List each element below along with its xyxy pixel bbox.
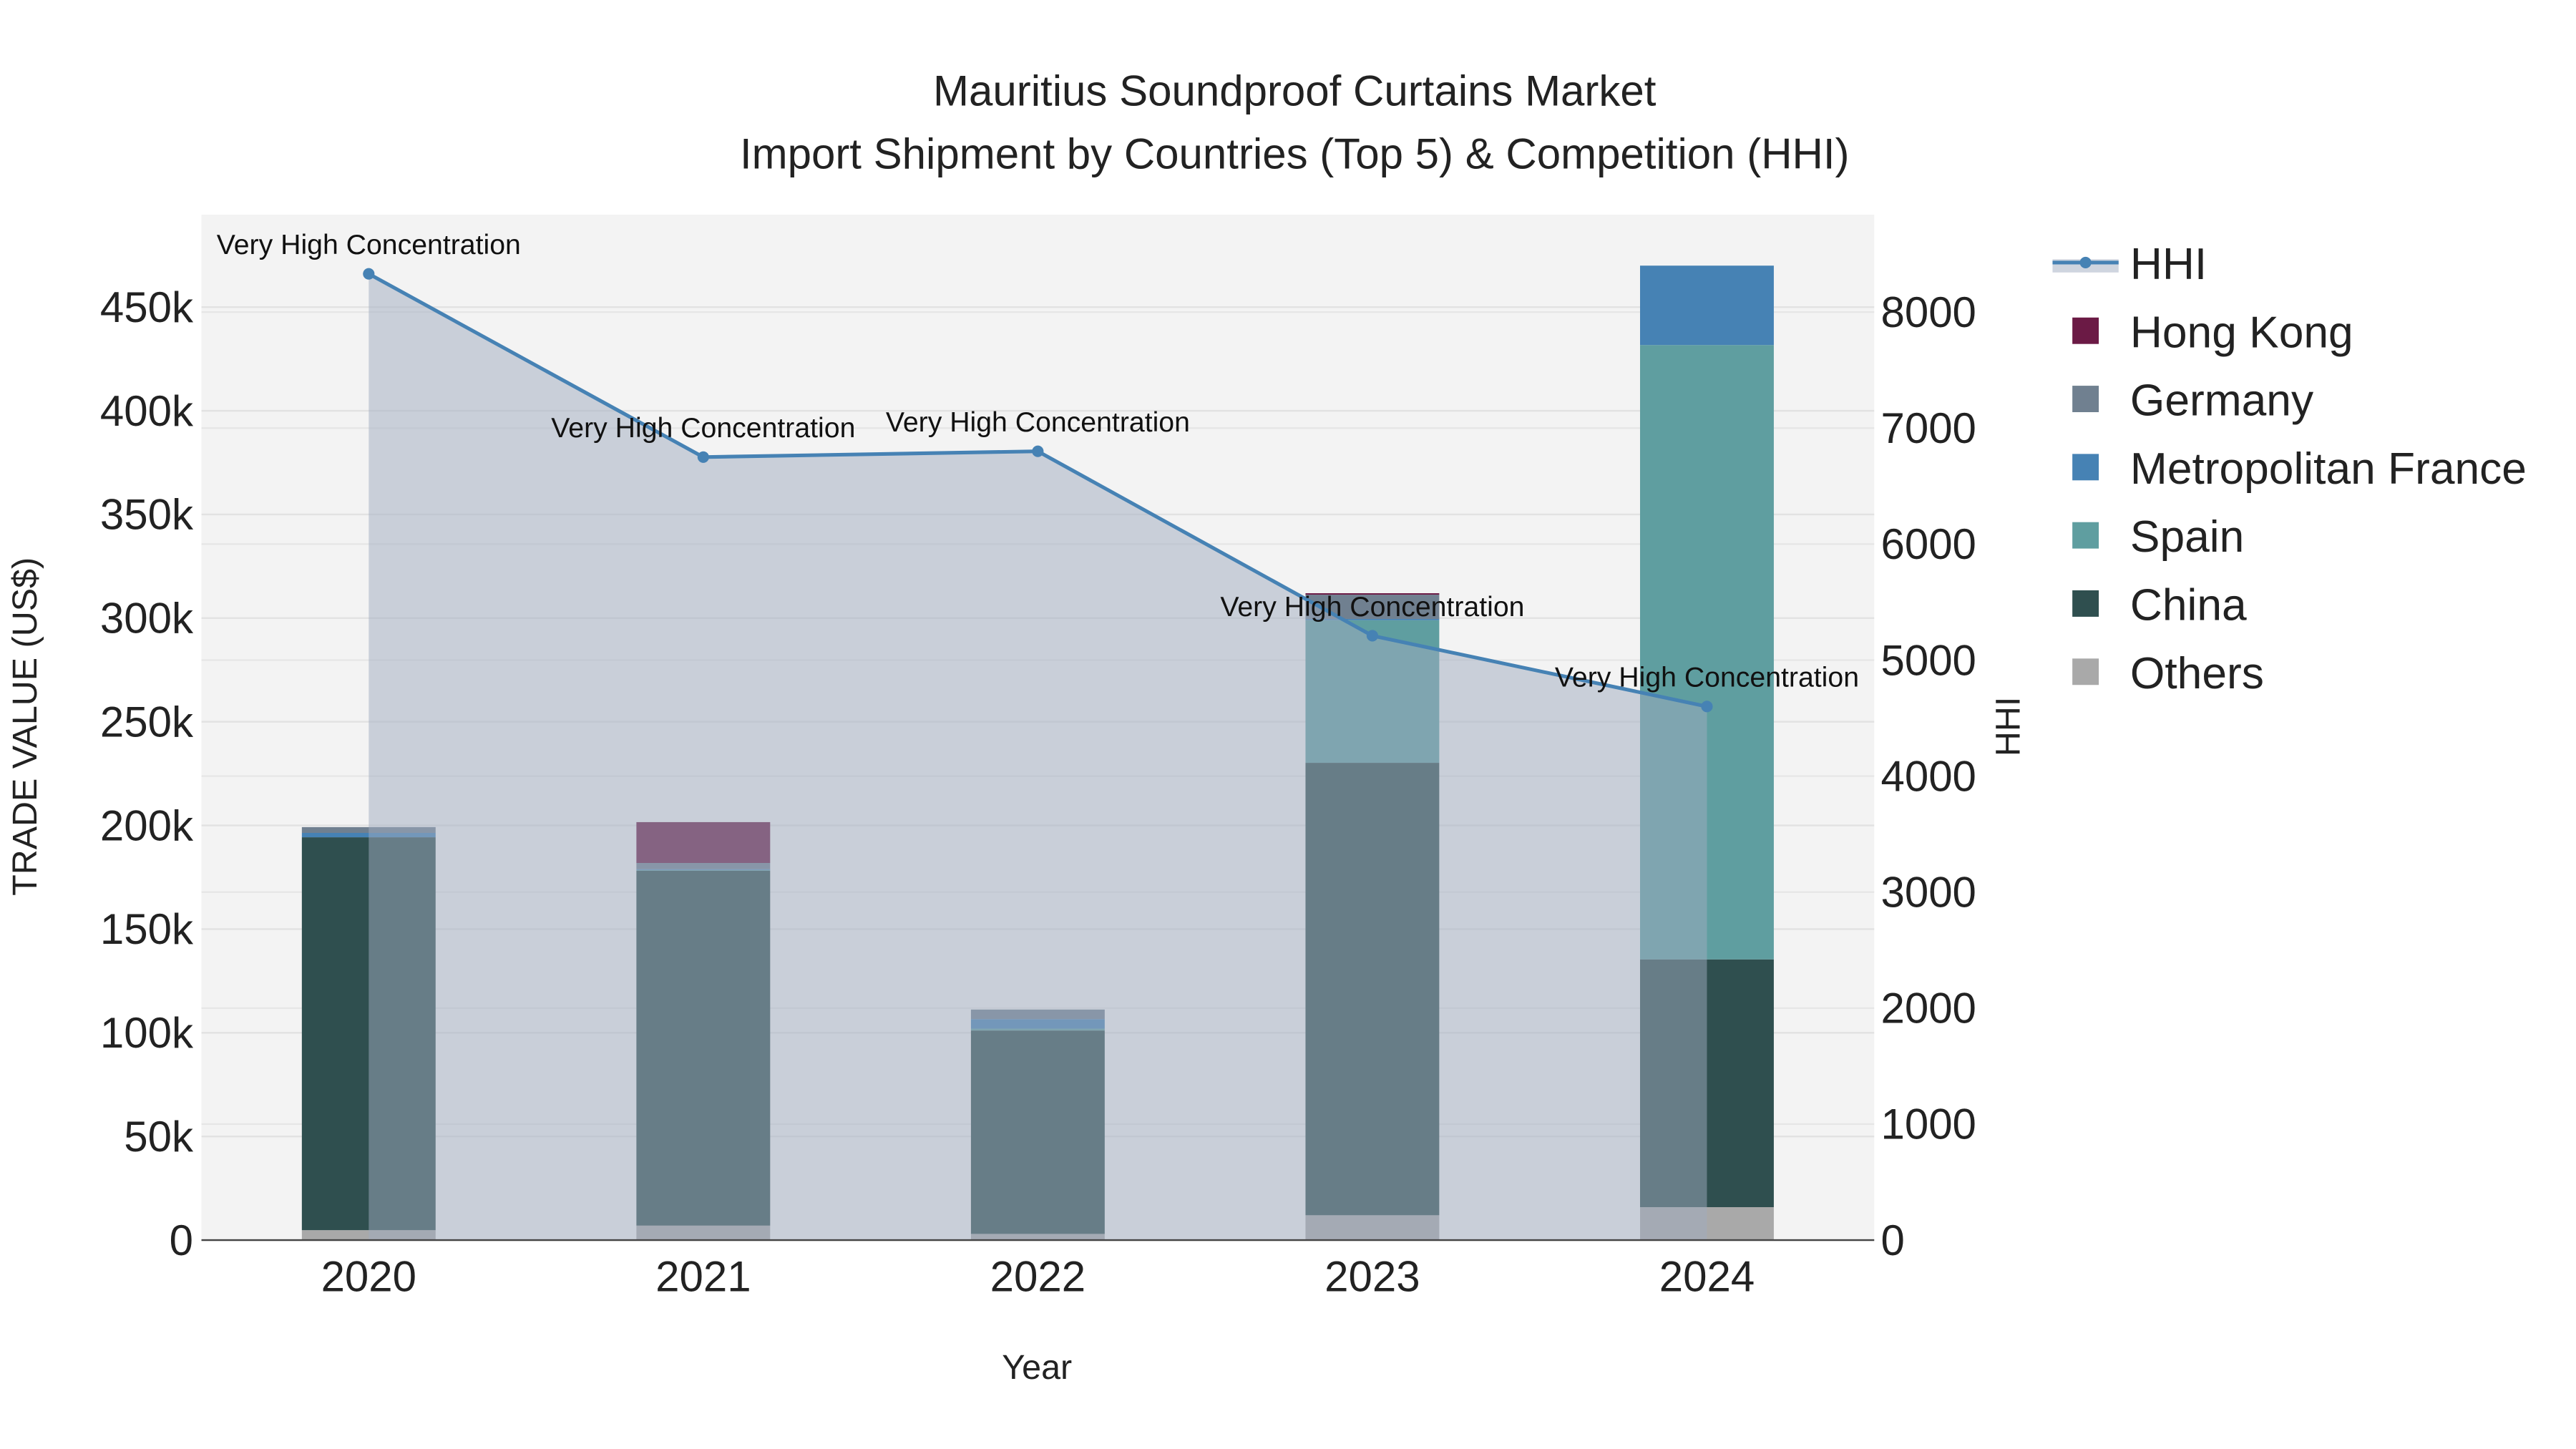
y2-axis-title: HHI xyxy=(1989,697,2027,756)
chart: Very High Concentration Very High Concent… xyxy=(6,67,2527,1387)
x-tick-label: 2024 xyxy=(1659,1253,1755,1301)
legend-swatch-metropolitan-france xyxy=(2072,454,2099,481)
legend-item-label[interactable]: Hong Kong xyxy=(2130,308,2353,357)
hhi-annotation: Very High Concentration xyxy=(886,406,1190,438)
hhi-point-2024 xyxy=(1701,701,1713,713)
y2-tick-label: 5000 xyxy=(1880,636,1976,684)
y-tick-label: 0 xyxy=(170,1216,193,1264)
legend-item-label[interactable]: China xyxy=(2130,581,2247,630)
y-tick-label: 400k xyxy=(100,387,194,435)
y-tick-label: 450k xyxy=(100,283,194,331)
hhi-point-2020 xyxy=(363,268,375,280)
legend-marker-hhi xyxy=(2079,256,2092,268)
y-tick-label: 250k xyxy=(100,698,194,746)
y-tick-label: 150k xyxy=(100,905,194,953)
x-tick-label: 2023 xyxy=(1324,1253,1420,1301)
legend-swatch-spain xyxy=(2072,522,2099,549)
bar-metropolitan-france-2024 xyxy=(1640,265,1774,346)
legend-item-label[interactable]: HHI xyxy=(2130,240,2207,289)
y-tick-label: 50k xyxy=(124,1113,194,1161)
x-axis-title: Year xyxy=(1002,1348,1072,1387)
y2-tick-label: 4000 xyxy=(1880,752,1976,800)
legend-item-label[interactable]: Others xyxy=(2130,649,2264,698)
hhi-point-2023 xyxy=(1366,630,1378,642)
y2-tick-label: 7000 xyxy=(1880,404,1976,452)
y2-tick-label: 0 xyxy=(1880,1216,1904,1264)
hhi-annotation: Very High Concentration xyxy=(217,229,521,260)
hhi-annotation: Very High Concentration xyxy=(1555,662,1859,693)
hhi-annotation: Very High Concentration xyxy=(551,412,855,444)
x-tick-label: 2020 xyxy=(321,1253,416,1301)
y-tick-label: 100k xyxy=(100,1009,194,1057)
legend: HHI Hong Kong Germany Metropolitan France Sp… xyxy=(2052,240,2527,698)
y-axis-title: TRADE VALUE (US$) xyxy=(6,557,44,896)
legend-item-label[interactable]: Spain xyxy=(2130,512,2244,562)
y-tick-label: 300k xyxy=(100,595,194,643)
x-tick-label: 2021 xyxy=(655,1253,751,1301)
legend-swatch-germany xyxy=(2072,386,2099,412)
y2-tick-label: 6000 xyxy=(1880,520,1976,568)
hhi-point-2021 xyxy=(697,451,709,463)
legend-item-label[interactable]: Germany xyxy=(2130,376,2314,426)
y2-tick-label: 1000 xyxy=(1880,1101,1976,1148)
y2-tick-label: 2000 xyxy=(1880,985,1976,1033)
y-tick-label: 200k xyxy=(100,801,194,849)
hhi-point-2022 xyxy=(1032,445,1044,457)
y-tick-label: 350k xyxy=(100,491,194,539)
legend-item-label[interactable]: Metropolitan France xyxy=(2130,444,2527,494)
y2-tick-label: 3000 xyxy=(1880,869,1976,917)
x-tick-label: 2022 xyxy=(990,1253,1085,1301)
legend-swatch-china xyxy=(2072,590,2099,617)
y2-tick-label: 8000 xyxy=(1880,288,1976,336)
legend-swatch-hong-kong xyxy=(2072,317,2099,344)
legend-swatch-others xyxy=(2072,658,2099,686)
chart-subtitle: Import Shipment by Countries (Top 5) & C… xyxy=(740,130,1850,177)
chart-title: Mauritius Soundproof Curtains Market xyxy=(933,67,1657,115)
hhi-annotation: Very High Concentration xyxy=(1220,591,1524,623)
